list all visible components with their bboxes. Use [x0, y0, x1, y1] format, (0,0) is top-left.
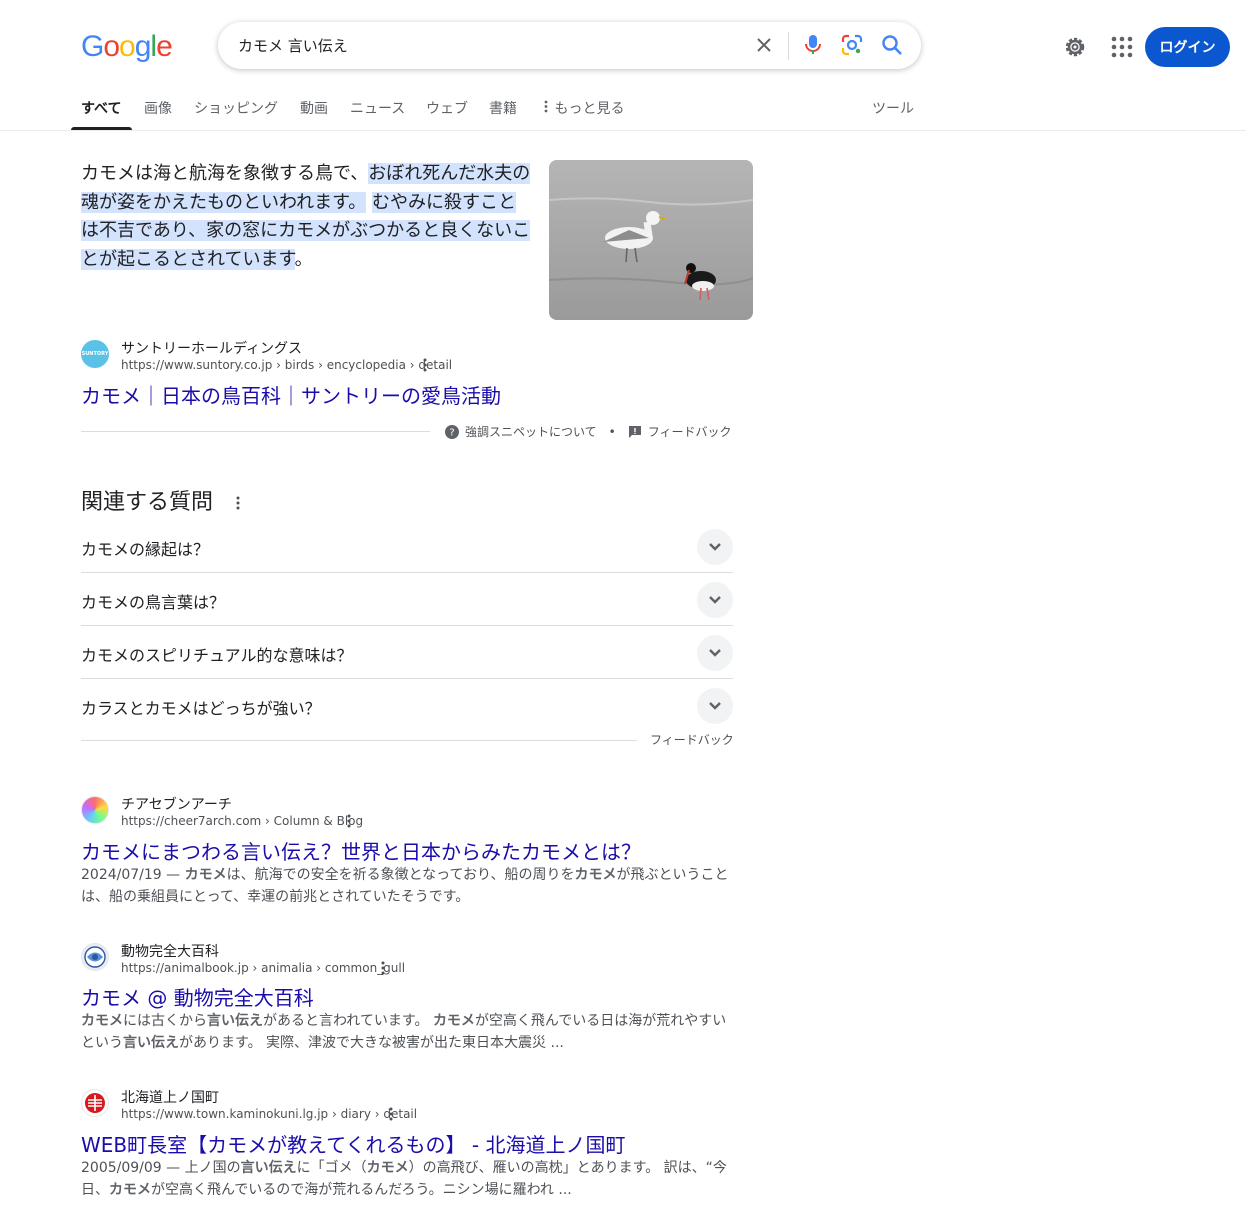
apps-grid-icon[interactable] [1109, 34, 1135, 60]
more-options-icon[interactable] [343, 813, 355, 829]
snippet-feedback-link[interactable]: フィードバック [648, 423, 732, 440]
result-site-name: 北海道上ノ国町 [121, 1090, 219, 1106]
desc-text: 2005/09/09 — 上ノ国の [81, 1160, 241, 1176]
result-title[interactable]: カモメ @ 動物完全大百科 [81, 982, 314, 1011]
paa-divider [81, 740, 637, 741]
bullet-separator: • [608, 424, 616, 439]
desc-text: 日、 [81, 1182, 109, 1198]
source-site-name: サントリーホールディングス [121, 341, 303, 357]
search-divider [788, 32, 789, 60]
chevron-down-icon[interactable] [697, 529, 733, 565]
source-url: https://www.suntory.co.jp › birds › ency… [121, 358, 453, 372]
paa-heading: 関連する質問 [81, 484, 244, 516]
paa-question-text: カモメの鳥言葉は？ [81, 593, 226, 612]
featured-snippet-text: カモメは海と航海を象徴する鳥で、おぼれ死んだ水夫の魂が姿をかえたものといわれます… [81, 160, 531, 274]
more-vert-icon [544, 100, 548, 113]
desc-text: という [81, 1035, 123, 1051]
tab-videos[interactable]: 動画 [300, 98, 328, 118]
animalbook-favicon [81, 943, 109, 971]
desc-bold: カモメ [574, 867, 617, 883]
tab-web[interactable]: ウェブ [426, 98, 468, 118]
tab-images[interactable]: 画像 [144, 98, 172, 118]
snippet-text-end: 。 [294, 248, 313, 270]
desc-text: には古くから [123, 1013, 207, 1029]
paa-question-text: カラスとカモメはどっちが強い？ [81, 699, 321, 718]
kaminokuni-favicon [81, 1089, 109, 1117]
svg-text:?: ? [449, 427, 454, 438]
snippet-text-plain: カモメは海と航海を象徴する鳥で、 [81, 163, 369, 184]
more-options-icon[interactable] [385, 1106, 397, 1122]
suntory-favicon: SUNTORY [81, 340, 109, 368]
tab-news[interactable]: ニュース [350, 98, 405, 118]
tab-more-label: もっと見る [554, 101, 625, 117]
cheer7arch-favicon [81, 796, 109, 824]
desc-text: ）の高飛び、雁いの高枕」とあります。 訳は、“今 [408, 1160, 727, 1176]
snippet-divider [81, 431, 430, 432]
paa-more-icon[interactable] [232, 495, 244, 511]
paa-question-text: カモメのスピリチュアル的な意味は？ [81, 646, 353, 665]
result-title[interactable]: カモメにまつわる言い伝え？世界と日本からみたカモメとは？ [81, 836, 641, 865]
paa-question[interactable]: カモメの縁起は？ [81, 520, 733, 573]
feedback-icon[interactable] [628, 425, 642, 439]
tab-shopping[interactable]: ショッピング [194, 98, 278, 118]
chevron-down-icon[interactable] [697, 688, 733, 724]
desc-text: があります。 実際、津波で大きな被害が出た東日本大震災 ... [179, 1035, 564, 1051]
more-options-icon[interactable] [419, 357, 431, 373]
result-url: https://www.town.kaminokuni.lg.jp › diar… [121, 1107, 418, 1121]
result-url: https://animalbook.jp › animalia › commo… [121, 961, 406, 975]
google-logo[interactable]: Google [81, 30, 173, 64]
clear-icon[interactable] [752, 33, 776, 57]
snippet-result-title[interactable]: カモメ｜日本の鳥百科｜サントリーの愛鳥活動 [81, 380, 501, 409]
desc-bold: カモメ [81, 1013, 123, 1029]
chevron-down-icon[interactable] [697, 635, 733, 671]
tools-button[interactable]: ツール [872, 98, 914, 118]
desc-bold: 言い伝え [240, 1160, 297, 1176]
desc-bold: 言い伝え [207, 1013, 263, 1029]
about-snippets-link[interactable]: 強調スニペットについて [465, 423, 597, 440]
desc-text: は、航海での安全を祈る象徴となっており、船の周りを [226, 867, 575, 883]
desc-text: が空高く飛んでいるので海が荒れるんだろう。ニシン場に羅われ ... [151, 1182, 572, 1198]
desc-bold: カモメ [366, 1160, 409, 1176]
desc-text: 2024/07/19 — [81, 867, 185, 883]
paa-question[interactable]: カモメのスピリチュアル的な意味は？ [81, 626, 733, 679]
desc-text: に「ゴメ（ [296, 1160, 367, 1176]
desc-text: は、船の乗組員にとって、幸運の前兆とされていたそうです。 [81, 889, 470, 905]
paa-feedback-link[interactable]: フィードバック [650, 731, 734, 748]
search-box[interactable]: カモメ 言い伝え [218, 22, 921, 69]
desc-text: が飛ぶということ [616, 867, 729, 883]
login-button[interactable]: ログイン [1145, 27, 1230, 67]
desc-text: があると言われています。 [263, 1013, 433, 1029]
snippet-footer: ? 強調スニペットについて • フィードバック [445, 423, 732, 440]
desc-bold: 言い伝え [123, 1035, 179, 1051]
desc-bold: カモメ [109, 1182, 151, 1198]
paa-heading-text: 関連する質問 [81, 490, 214, 515]
microphone-icon[interactable] [801, 33, 825, 57]
search-tabs: すべて 画像 ショッピング 動画 ニュース ウェブ 書籍 もっと見る ツール [0, 86, 1246, 131]
more-options-icon[interactable] [377, 960, 389, 976]
search-icon[interactable] [880, 33, 904, 57]
desc-bold: カモメ [184, 867, 227, 883]
result-description: 2024/07/19 — カモメは、航海での安全を祈る象徴となっており、船の周り… [81, 864, 731, 908]
search-input[interactable]: カモメ 言い伝え [238, 35, 348, 56]
desc-text: が空高く飛んでいる日は海が荒れやすい [474, 1013, 727, 1029]
paa-question[interactable]: カモメの鳥言葉は？ [81, 573, 733, 626]
lens-camera-icon[interactable] [840, 33, 864, 57]
result-description: 2005/09/09 — 上ノ国の言い伝えに「ゴメ（カモメ）の高飛び、雁いの高枕… [81, 1157, 731, 1201]
tab-all[interactable]: すべて [81, 98, 121, 118]
result-description: カモメには古くから言い伝えがあると言われています。 カモメが空高く飛んでいる日は… [81, 1010, 731, 1054]
tab-more[interactable]: もっと見る [542, 98, 624, 118]
tab-books[interactable]: 書籍 [489, 98, 517, 118]
paa-question-text: カモメの縁起は？ [81, 540, 210, 559]
snippet-seagull-image[interactable] [549, 160, 753, 320]
result-title[interactable]: WEB町長室【カモメが教えてくれるもの】 - 北海道上ノ国町 [81, 1129, 625, 1158]
chevron-down-icon[interactable] [697, 582, 733, 618]
result-site-name: チアセブンアーチ [121, 797, 232, 813]
paa-question[interactable]: カラスとカモメはどっちが強い？ [81, 679, 733, 732]
result-url: https://cheer7arch.com › Column & Blog [121, 814, 364, 828]
desc-bold: カモメ [432, 1013, 475, 1029]
help-icon[interactable]: ? [445, 424, 459, 439]
active-tab-indicator [71, 127, 132, 130]
settings-gear-icon[interactable] [1062, 34, 1088, 60]
result-site-name: 動物完全大百科 [121, 944, 219, 960]
